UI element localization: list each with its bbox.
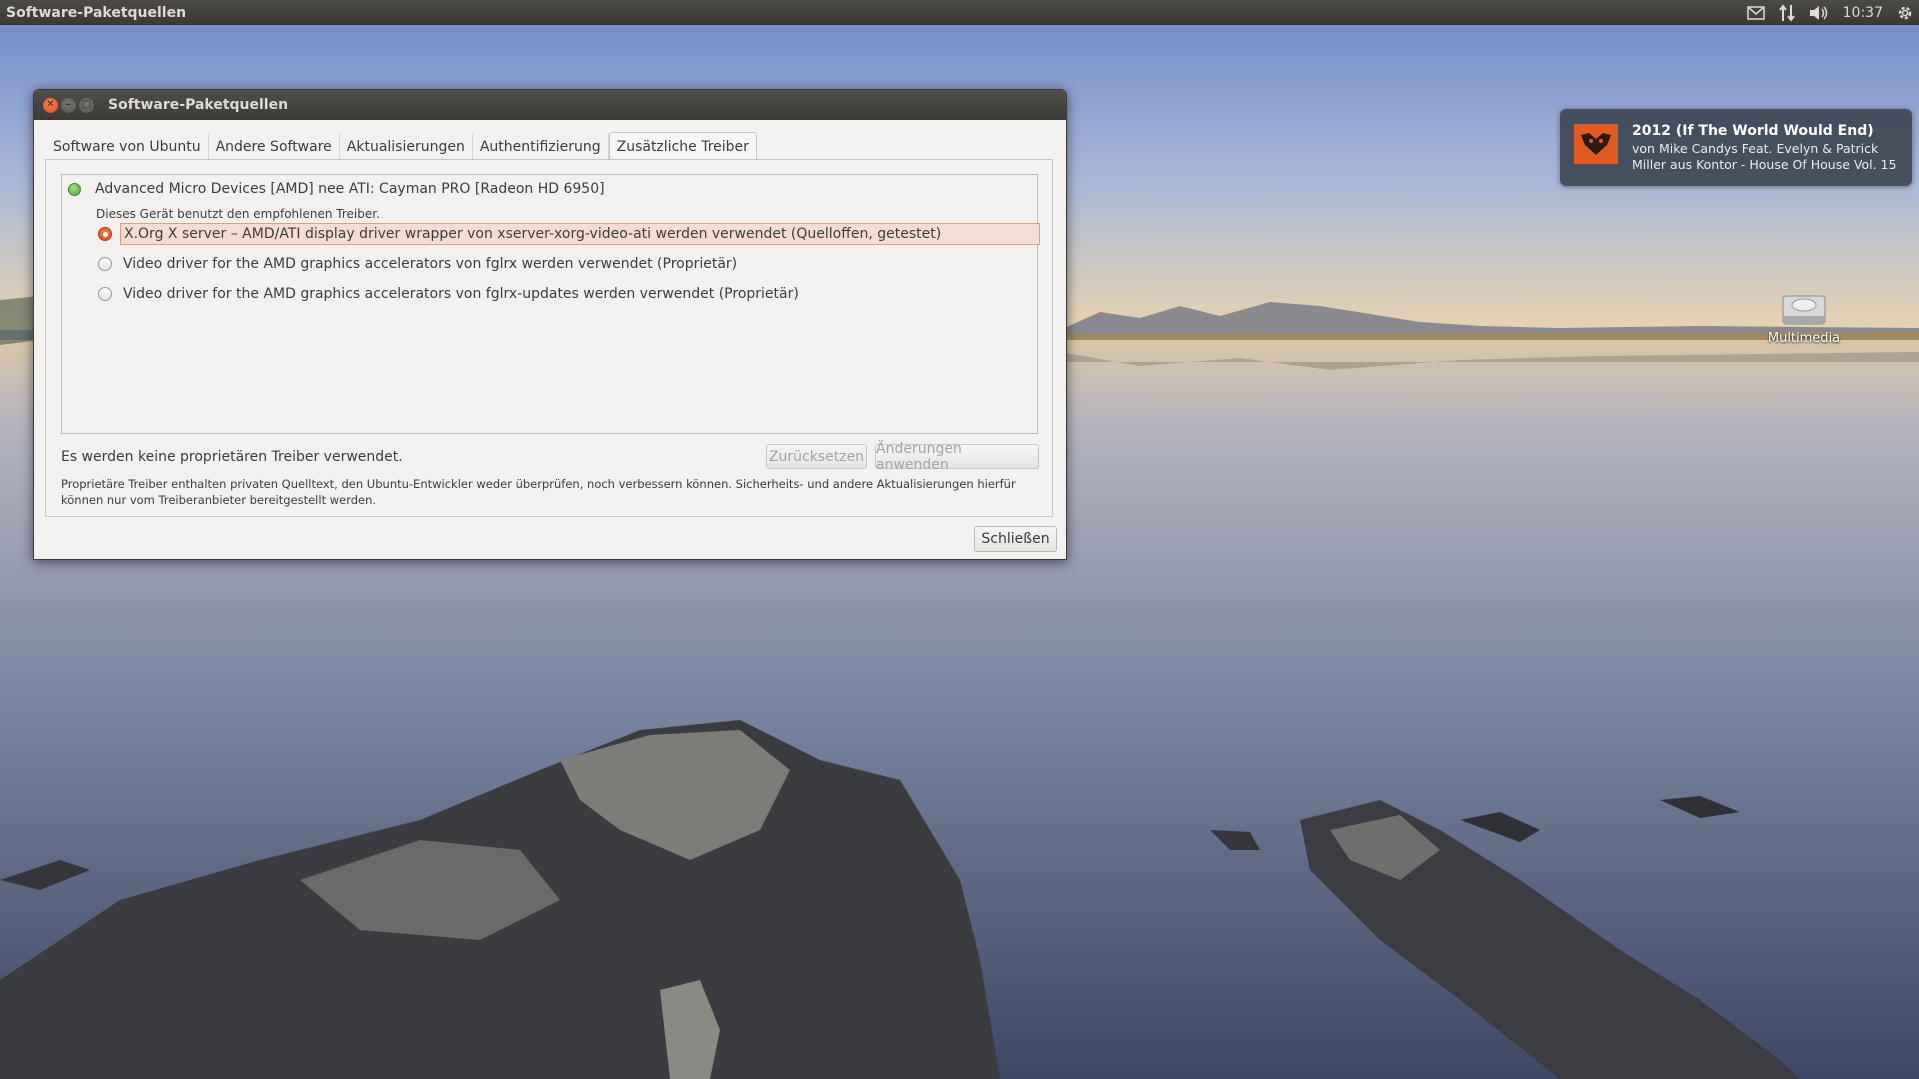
tab-authentifizierung[interactable]: Authentifizierung xyxy=(473,134,609,160)
driver-status-text: Es werden keine proprietären Treiber ver… xyxy=(61,449,403,465)
window-titlebar[interactable]: ✕ – □ Software-Paketquellen xyxy=(34,90,1066,120)
panel-app-title: Software-Paketquellen xyxy=(6,4,187,21)
tab-software-von-ubuntu[interactable]: Software von Ubuntu xyxy=(46,134,209,160)
desktop-icon-label: Multimedia xyxy=(1767,331,1841,346)
window-minimize-icon[interactable]: – xyxy=(61,97,76,113)
desktop-icon-multimedia[interactable]: Multimedia xyxy=(1756,290,1852,346)
driver-option-fglrx-updates[interactable]: Video driver for the AMD graphics accele… xyxy=(98,283,802,305)
device-status-icon xyxy=(68,182,81,196)
settings-gear-icon[interactable] xyxy=(1897,0,1913,25)
radio-button[interactable] xyxy=(98,287,112,301)
window-title: Software-Paketquellen xyxy=(108,97,289,113)
drive-icon xyxy=(1781,290,1827,330)
driver-option-fglrx[interactable]: Video driver for the AMD graphics accele… xyxy=(98,253,740,275)
album-art-icon xyxy=(1574,124,1618,164)
radio-button[interactable] xyxy=(98,257,112,271)
proprietary-info-text: Proprietäre Treiber enthalten privaten Q… xyxy=(61,477,1016,507)
device-name: Advanced Micro Devices [AMD] nee ATI: Ca… xyxy=(95,181,605,197)
window-maximize-icon[interactable]: □ xyxy=(79,97,94,113)
notification-title: 2012 (If The World Would End) xyxy=(1632,123,1874,139)
driver-device-list: Advanced Micro Devices [AMD] nee ATI: Ca… xyxy=(61,174,1040,434)
driver-option-label: X.Org X server – AMD/ATI display driver … xyxy=(120,223,1040,245)
notification-body: von Mike Candys Feat. Evelyn & Patrick M… xyxy=(1632,141,1897,172)
indicator-area: 10:37 xyxy=(1746,0,1913,25)
tab-content-panel: Advanced Micro Devices [AMD] nee ATI: Ca… xyxy=(45,159,1053,517)
radio-button-selected[interactable] xyxy=(98,227,112,241)
window-close-icon[interactable]: ✕ xyxy=(43,97,58,113)
reset-button[interactable]: Zurücksetzen xyxy=(766,444,867,469)
clock[interactable]: 10:37 xyxy=(1843,0,1883,25)
close-button[interactable]: Schließen xyxy=(974,526,1057,552)
apply-changes-button[interactable]: Änderungen anwenden xyxy=(875,441,1039,473)
driver-option-label: Video driver for the AMD graphics accele… xyxy=(123,256,738,272)
device-header: Advanced Micro Devices [AMD] nee ATI: Ca… xyxy=(68,181,605,197)
network-icon[interactable] xyxy=(1778,0,1795,25)
tab-aktualisierungen[interactable]: Aktualisierungen xyxy=(340,134,473,160)
driver-option-label: Video driver for the AMD graphics accele… xyxy=(123,286,799,302)
device-note: Dieses Gerät benutzt den empfohlenen Tre… xyxy=(96,207,380,221)
tab-zusaetzliche-treiber[interactable]: Zusätzliche Treiber xyxy=(608,132,757,160)
driver-option-xorg[interactable]: X.Org X server – AMD/ATI display driver … xyxy=(98,223,1040,245)
volume-icon[interactable] xyxy=(1809,0,1829,25)
software-sources-window: ✕ – □ Software-Paketquellen Software von… xyxy=(33,89,1067,560)
music-notification: 2012 (If The World Would End) von Mike C… xyxy=(1560,109,1912,186)
mail-icon[interactable] xyxy=(1746,0,1765,25)
top-panel: Software-Paketquellen 10:37 xyxy=(0,0,1919,25)
tab-bar: Software von Ubuntu Andere Software Aktu… xyxy=(46,132,757,160)
tab-andere-software[interactable]: Andere Software xyxy=(209,134,340,160)
